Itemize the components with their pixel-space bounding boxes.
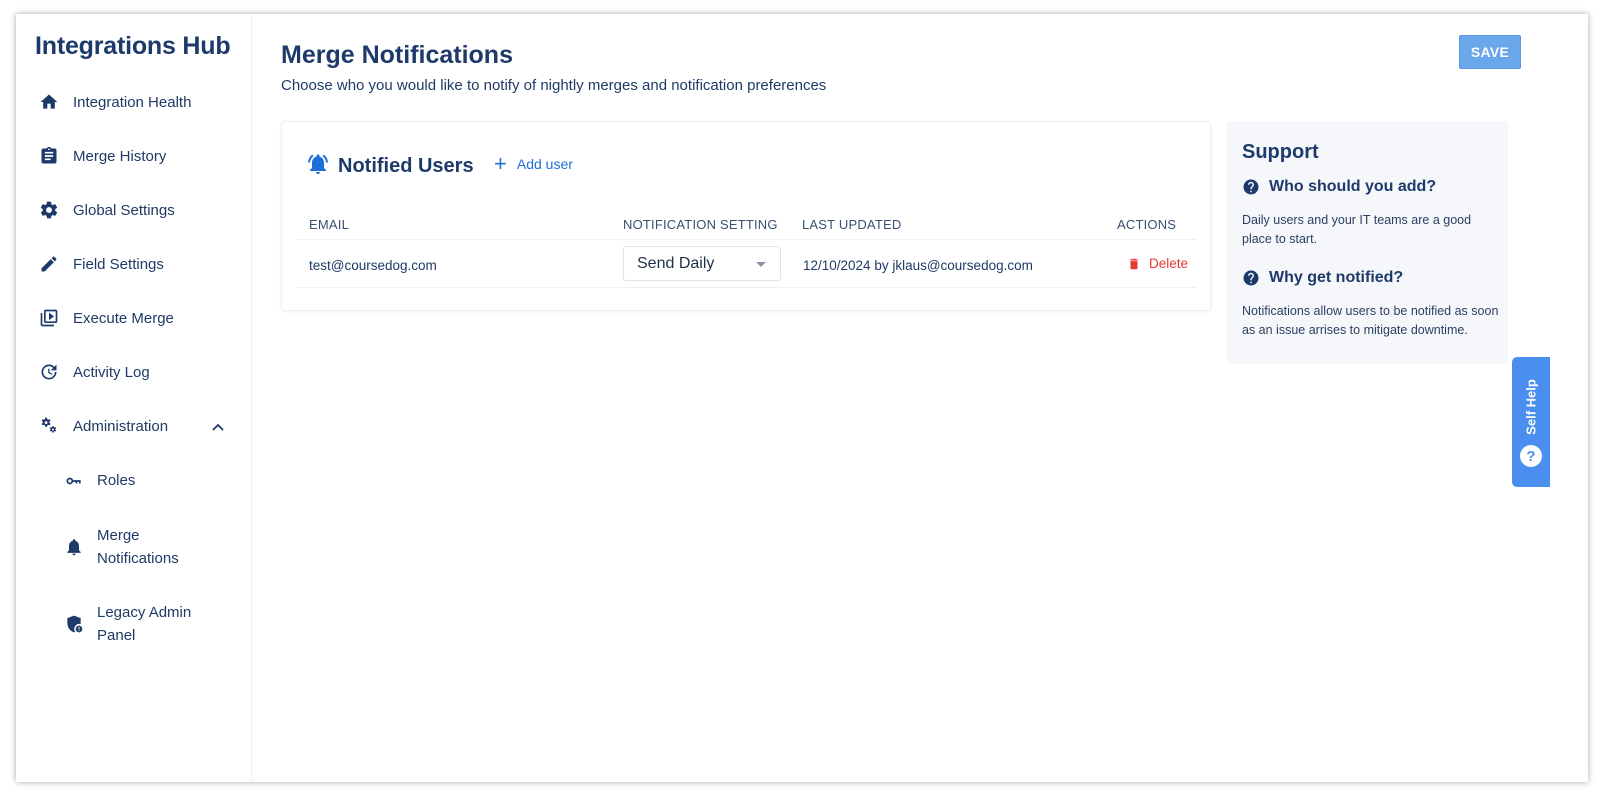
sidebar-item-label: Integration Health — [73, 93, 192, 111]
shield-lock-icon — [63, 614, 85, 634]
self-help-label: Self Help — [1523, 379, 1539, 435]
sidebar-item-roles[interactable]: Roles — [63, 469, 135, 492]
chevron-up-icon[interactable] — [211, 420, 225, 434]
column-header-last-updated: LAST UPDATED — [802, 217, 902, 232]
sidebar-item-merge-history[interactable]: Merge History — [38, 145, 166, 167]
sidebar-item-label: Field Settings — [73, 255, 164, 273]
column-header-actions: ACTIONS — [1117, 217, 1177, 232]
delete-label: Delete — [1149, 256, 1189, 271]
sidebar-item-label: Legacy Admin Panel — [97, 601, 191, 647]
row-last-updated: 12/10/2024 by jklaus@coursedog.com — [803, 258, 1033, 273]
help-circle-icon — [1243, 270, 1259, 286]
bell-icon — [63, 537, 85, 557]
card-header: Notified Users — [306, 152, 474, 181]
support-title: Support — [1242, 141, 1319, 163]
row-email: test@coursedog.com — [309, 258, 437, 273]
gear-icon — [38, 199, 60, 221]
sidebar-item-field-settings[interactable]: Field Settings — [38, 253, 164, 275]
clipboard-icon — [38, 145, 60, 167]
sidebar-item-legacy-admin-panel[interactable]: Legacy Admin Panel — [63, 601, 191, 647]
add-user-button[interactable]: + Add user — [494, 151, 573, 176]
sidebar-item-label-line1: Legacy Admin — [97, 604, 192, 621]
trash-icon — [1129, 258, 1139, 269]
support-question-heading: Why get notified? — [1242, 269, 1403, 287]
app-window: Integrations Hub Integration Health Merg… — [16, 14, 1588, 782]
sidebar-item-label: Administration — [73, 417, 169, 435]
divider — [297, 287, 1196, 288]
page-title: Merge Notifications — [281, 41, 513, 69]
support-q1-body: Daily users and your IT teams are a good… — [1242, 213, 1472, 246]
sidebar-item-label: Merge History — [73, 147, 167, 165]
divider — [297, 239, 1196, 240]
sidebar-item-label-line1: Merge — [97, 527, 140, 544]
notified-users-card: Notified Users + Add user EMAIL NOTIFICA… — [281, 121, 1211, 311]
sidebar-item-label: Activity Log — [73, 363, 150, 381]
caret-down-icon — [756, 262, 766, 267]
sidebar-item-integration-health[interactable]: Integration Health — [38, 91, 191, 113]
support-question-heading: Who should you add? — [1242, 178, 1436, 196]
self-help-tab[interactable]: Self Help ? — [1512, 357, 1550, 487]
select-value: Send Daily — [637, 254, 715, 272]
column-header-notification-setting: NOTIFICATION SETTING — [623, 217, 778, 232]
sidebar: Integrations Hub Integration Health Merg… — [16, 14, 252, 782]
sidebar-item-merge-notifications[interactable]: Merge Notifications — [63, 524, 179, 570]
help-circle-icon — [1243, 179, 1259, 195]
save-button[interactable]: SAVE — [1459, 35, 1521, 69]
history-icon — [38, 361, 60, 383]
column-header-email: EMAIL — [309, 217, 350, 232]
question-bubble-icon: ? — [1520, 445, 1542, 467]
play-library-icon — [38, 307, 60, 329]
sidebar-item-execute-merge[interactable]: Execute Merge — [38, 307, 174, 329]
sidebar-item-administration[interactable]: Administration — [38, 415, 168, 437]
sidebar-item-activity-log[interactable]: Activity Log — [38, 361, 150, 383]
app-title: Integrations Hub — [35, 32, 231, 60]
home-icon — [38, 91, 60, 113]
ringing-bell-icon — [306, 152, 330, 181]
sidebar-item-global-settings[interactable]: Global Settings — [38, 199, 175, 221]
key-icon — [63, 471, 85, 491]
sidebar-item-label-line2: Panel — [97, 627, 136, 644]
sidebar-item-label: Execute Merge — [73, 309, 174, 327]
sidebar-item-label: Merge Notifications — [97, 524, 179, 570]
add-user-label: Add user — [516, 156, 573, 172]
delete-button[interactable]: Delete — [1127, 256, 1188, 271]
pencil-icon — [38, 253, 60, 275]
support-q2-title: Why get notified? — [1269, 269, 1404, 286]
sidebar-item-label: Roles — [97, 472, 136, 489]
support-q1-title: Who should you add? — [1269, 178, 1437, 195]
card-title: Notified Users — [338, 155, 474, 177]
sidebar-item-label: Global Settings — [73, 201, 175, 219]
notification-setting-select[interactable]: Send Daily — [623, 246, 781, 281]
page-subtitle: Choose who you would like to notify of n… — [281, 77, 827, 94]
sidebar-item-label-line2: Notifications — [97, 550, 179, 567]
support-q2-body: Notifications allow users to be notified… — [1242, 304, 1499, 337]
support-panel: Support Who should you add? Daily users … — [1226, 121, 1508, 364]
gears-icon — [38, 415, 60, 437]
plus-icon: + — [494, 151, 507, 176]
